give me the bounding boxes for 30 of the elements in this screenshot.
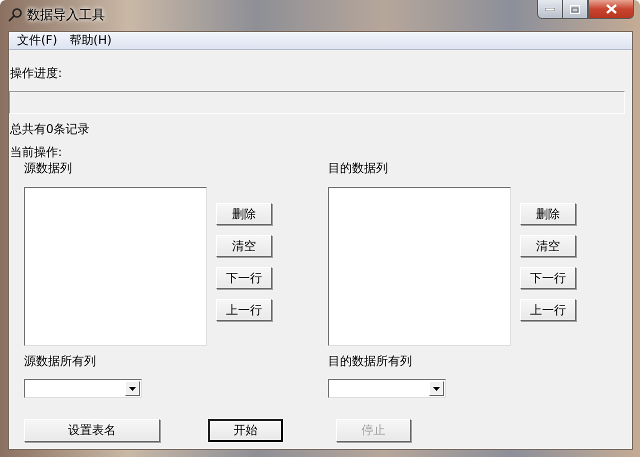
list-action-button[interactable]: 清空 — [520, 235, 576, 257]
list-action-button[interactable]: 删除 — [520, 203, 576, 225]
close-icon — [606, 4, 616, 14]
current-operation-label: 当前操作: — [10, 145, 64, 159]
maximize-button[interactable] — [563, 0, 588, 19]
record-count: 总共有0条记录 — [10, 122, 91, 136]
list-action-button[interactable]: 清空 — [216, 235, 272, 257]
action-button[interactable]: 开始 — [208, 419, 283, 442]
progress-label: 操作进度: — [10, 66, 64, 80]
list-action-button[interactable]: 删除 — [216, 203, 272, 225]
dropdown-field[interactable] — [24, 379, 142, 398]
list-action-button[interactable]: 上一行 — [216, 299, 272, 321]
columns-label: 源数据所有列 — [24, 354, 97, 368]
caret-icon — [129, 386, 136, 390]
list-label: 目的数据列 — [328, 161, 389, 175]
minimize-button[interactable] — [537, 0, 563, 19]
caret-icon — [433, 386, 440, 390]
close-button[interactable] — [588, 0, 634, 19]
dropdown-field[interactable] — [328, 379, 446, 398]
menu-item[interactable]: 帮助(H) — [63, 32, 118, 49]
list-label: 源数据列 — [24, 161, 73, 175]
window-title: 数据导入工具 — [27, 7, 105, 24]
list-action-button[interactable]: 下一行 — [520, 267, 576, 289]
maximize-icon — [570, 4, 580, 14]
action-button[interactable]: 设置表名 — [24, 419, 160, 442]
list-action-button[interactable]: 上一行 — [520, 299, 576, 321]
columns-label: 目的数据所有列 — [328, 354, 413, 368]
menu-item[interactable]: 文件(F) — [11, 32, 64, 49]
minimize-icon — [545, 8, 555, 10]
list-action-button[interactable]: 下一行 — [216, 267, 272, 289]
